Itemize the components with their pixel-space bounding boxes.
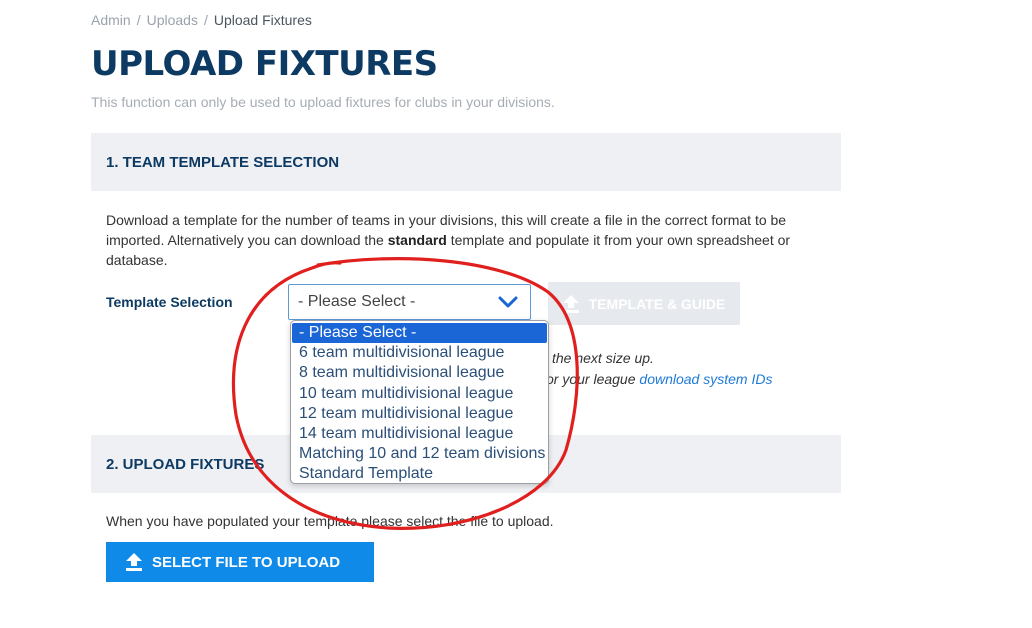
dropdown-option[interactable]: 12 team multidivisional league xyxy=(292,404,547,424)
dropdown-option[interactable]: 10 team multidivisional league xyxy=(292,384,547,404)
page-subtitle: This function can only be used to upload… xyxy=(91,94,555,110)
dropdown-option[interactable]: Standard Template xyxy=(292,464,547,484)
dropdown-option[interactable]: 8 team multidivisional league xyxy=(292,363,547,383)
dropdown-option[interactable]: - Please Select - xyxy=(292,323,547,344)
download-system-ids-link[interactable]: download system IDs xyxy=(639,371,772,387)
breadcrumb-current: Upload Fixtures xyxy=(213,12,312,28)
dropdown-option[interactable]: 14 team multidivisional league xyxy=(292,424,547,444)
upload-icon xyxy=(126,553,142,571)
system-ids-note-text: or your league xyxy=(546,371,640,387)
breadcrumb-admin[interactable]: Admin xyxy=(91,12,131,28)
breadcrumb: Admin / Uploads / Upload Fixtures xyxy=(91,12,312,28)
breadcrumb-separator: / xyxy=(136,12,141,28)
upload-icon xyxy=(562,294,579,313)
description-bold: standard xyxy=(387,232,447,248)
breadcrumb-separator: / xyxy=(203,12,208,28)
template-select[interactable]: - Please Select - xyxy=(288,284,531,320)
dropdown-option[interactable]: Matching 10 and 12 team divisions xyxy=(292,444,547,464)
section-header-template-selection: 1. TEAM TEMPLATE SELECTION xyxy=(91,133,841,191)
template-selection-label: Template Selection xyxy=(106,294,233,310)
chevron-down-icon xyxy=(498,296,518,308)
template-guide-button[interactable]: TEMPLATE & GUIDE xyxy=(548,282,740,325)
template-select-value: - Please Select - xyxy=(298,293,416,310)
template-note: the next size up. xyxy=(552,350,654,366)
select-file-upload-label: SELECT FILE TO UPLOAD xyxy=(152,553,341,571)
page-title: UPLOAD FIXTURES xyxy=(91,44,438,84)
template-dropdown-list: - Please Select - 6 team multidivisional… xyxy=(290,320,549,484)
breadcrumb-uploads[interactable]: Uploads xyxy=(147,12,198,28)
system-ids-note: or your league download system IDs xyxy=(546,371,772,387)
template-guide-label: TEMPLATE & GUIDE xyxy=(588,295,726,312)
select-file-upload-button[interactable]: SELECT FILE TO UPLOAD xyxy=(106,542,374,582)
dropdown-option[interactable]: 6 team multidivisional league xyxy=(292,343,547,363)
upload-description: When you have populated your template pl… xyxy=(106,513,554,529)
template-description: Download a template for the number of te… xyxy=(106,210,816,270)
